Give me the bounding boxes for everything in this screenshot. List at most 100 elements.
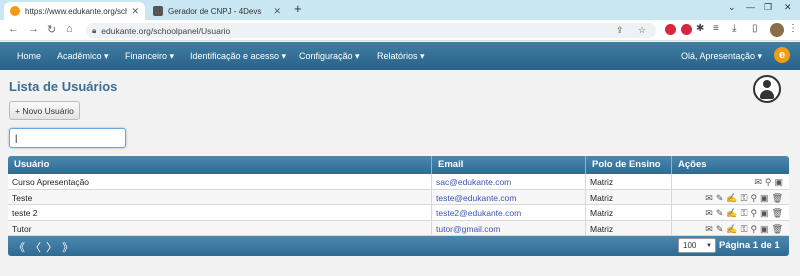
browser-tab-4devs[interactable]: Gerador de CNPJ - 4Devs ✕ [147,2,287,20]
notes-icon[interactable]: ✍ [726,224,737,234]
edit-icon[interactable]: ✎ [716,208,724,218]
permissions-icon[interactable]: ⚿ [741,208,748,218]
pager-arrows[interactable]: 《 〈 〉 》 [14,239,74,255]
actions-cell: ✉ ✎ ✍ ⚿ ⚲ ▣ 🗑︎ [672,221,789,236]
app-navbar: Home Acadêmico ▾ Financeiro ▾ Identifica… [0,42,800,70]
tab-title: https://www.edukante.org/schoo [25,6,128,16]
column-header-acoes: Ações [678,159,707,170]
main-content: Lista de Usuários + Novo Usuário Usuário… [0,70,800,276]
tab-title: Gerador de CNPJ - 4Devs [168,6,262,16]
table-row[interactable]: teste 2 teste2@edukante.com Matriz ✉ ✎ ✍ ⚿ ⚲ ▣ 🗑︎ [8,205,789,221]
browser-menu-icon[interactable]: ⋮ [788,23,798,34]
user-greeting-menu[interactable]: Olá, Apresentação ▾ [681,51,762,62]
new-user-button[interactable]: + Novo Usuário [9,101,80,120]
playlist-icon[interactable]: ≡ [713,23,719,34]
address-bar-row: ← → ↻ ⌂ 🔒︎ edukante.org/schoolpanel/Usua… [0,20,800,41]
polo-cell: Matriz [586,174,672,189]
browser-profile-avatar[interactable] [770,23,784,37]
actions-cell: ✉ ✎ ✍ ⚿ ⚲ ▣ 🗑︎ [672,205,789,220]
search-icon[interactable]: ⚲ [750,224,757,234]
search-input[interactable] [9,128,126,148]
trash-icon[interactable]: 🗑︎ [772,224,783,234]
search-icon[interactable]: ⚲ [750,208,757,218]
user-cell: Teste [8,189,432,204]
user-profile-icon[interactable] [753,75,781,103]
column-header-polo[interactable]: Polo de Ensino [586,156,672,174]
table-body: Curso Apresentação sac@edukante.com Matriz… [8,174,789,236]
camera-icon[interactable]: ▣ [760,208,769,218]
nav-home[interactable]: Home [17,51,41,61]
nav-identificacao-acesso[interactable]: Identificação e acesso ▾ [190,51,286,62]
chevron-down-icon: ▼ [706,242,712,249]
close-tab-icon[interactable]: ✕ [273,6,281,17]
4devs-favicon-icon [153,6,163,16]
actions-cell: ✉ ⚲ ▣ [672,174,789,189]
browser-tab-edukante[interactable]: https://www.edukante.org/schoo ✕ [4,2,145,20]
lock-icon: 🔒︎ [92,25,97,35]
users-table: Usuário Email Polo de Ensino Ações Curso… [8,156,789,256]
browser-tab-strip: https://www.edukante.org/schoo ✕ Gerador… [0,0,800,20]
email-icon[interactable]: ✉ [705,208,713,218]
edit-icon[interactable]: ✎ [716,224,724,234]
camera-icon[interactable]: ▣ [760,193,769,203]
camera-icon[interactable]: ▣ [760,224,769,234]
polo-cell: Matriz [586,220,672,235]
restore-icon[interactable]: ❐ [764,2,772,13]
edit-icon[interactable]: ✎ [716,193,724,203]
notes-icon[interactable]: ✍ [726,208,737,218]
notes-icon[interactable]: ✍ [726,193,737,203]
page-size-value: 100 [683,241,697,250]
close-window-icon[interactable]: ✕ [784,2,792,13]
table-row[interactable]: Curso Apresentação sac@edukante.com Matriz… [8,174,789,190]
nav-financeiro[interactable]: Financeiro ▾ [125,51,174,62]
column-header-usuario[interactable]: Usuário [8,156,432,174]
home-icon[interactable]: ⌂ [66,23,73,35]
page-info: Página 1 de 1 [719,240,780,251]
email-cell[interactable]: teste2@edukante.com [432,205,586,220]
bookmark-star-icon[interactable]: ☆ [638,25,646,36]
user-cell: Curso Apresentação [8,174,432,189]
table-row[interactable]: Tutor tutor@gmail.com Matriz ✉ ✎ ✍ ⚿ ⚲ ▣ 🗑︎ [8,220,789,236]
edukante-logo-icon: e [774,47,790,63]
permissions-icon[interactable]: ⚿ [741,224,748,234]
user-cell: Tutor [8,220,432,235]
email-cell[interactable]: tutor@gmail.com [432,220,586,235]
extensions-puzzle-icon[interactable]: ✱ [696,23,704,34]
reload-icon[interactable]: ↻ [47,23,56,36]
email-icon[interactable]: ✉ [705,224,713,234]
opera-extension-icon[interactable] [681,24,692,35]
polo-cell: Matriz [586,189,672,204]
download-icon[interactable]: ⤓ [732,23,736,34]
polo-cell: Matriz [586,205,672,220]
column-header-email[interactable]: Email [432,156,586,174]
back-arrow-icon[interactable]: ← [8,23,19,35]
edukante-favicon-icon [10,6,20,16]
table-row[interactable]: Teste teste@edukante.com Matriz ✉ ✎ ✍ ⚿ ⚲ ▣ 🗑︎ [8,189,789,205]
trash-icon[interactable]: 🗑︎ [772,208,783,218]
email-icon[interactable]: ✉ [754,177,762,187]
page-size-select[interactable]: 100 ▼ [678,238,716,253]
user-cell: teste 2 [8,205,432,220]
share-icon[interactable]: ⇪ [616,25,624,36]
abp-extension-icon[interactable] [665,24,676,35]
nav-relatorios[interactable]: Relatórios ▾ [377,51,425,62]
chevron-down-icon[interactable]: ⌄ [728,2,736,13]
page-title: Lista de Usuários [9,79,118,94]
search-icon[interactable]: ⚲ [750,193,757,203]
address-bar[interactable]: 🔒︎ edukante.org/schoolpanel/Usuario ⇪ ☆ [86,23,656,38]
email-cell[interactable]: teste@edukante.com [432,189,586,204]
new-tab-icon[interactable]: + [294,1,302,16]
close-tab-icon[interactable]: ✕ [131,6,139,17]
nav-academico[interactable]: Acadêmico ▾ [57,51,109,62]
camera-icon[interactable]: ▣ [774,177,783,187]
sidebar-icon[interactable]: ▯ [752,23,758,34]
search-icon[interactable]: ⚲ [765,177,772,187]
trash-icon[interactable]: 🗑︎ [772,193,783,203]
address-url: edukante.org/schoolpanel/Usuario [101,25,231,36]
email-icon[interactable]: ✉ [705,193,713,203]
minimize-icon[interactable]: — [746,2,755,12]
email-cell[interactable]: sac@edukante.com [432,174,586,189]
permissions-icon[interactable]: ⚿ [741,193,748,203]
forward-arrow-icon[interactable]: → [28,23,39,35]
nav-configuracao[interactable]: Configuração ▾ [299,51,360,62]
